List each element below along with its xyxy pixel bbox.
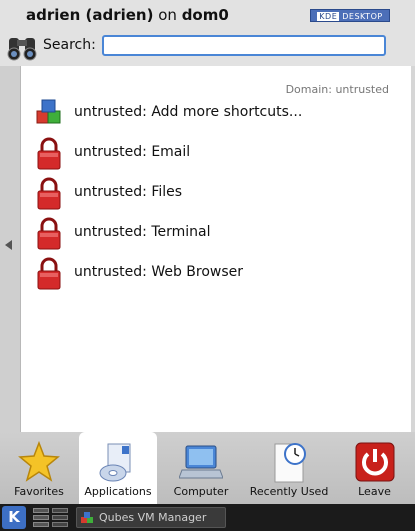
list-item-label: untrusted: Email: [74, 144, 191, 160]
search-input[interactable]: [102, 35, 386, 56]
laptop-icon: [179, 445, 223, 479]
user-name: adrien (adrien): [26, 6, 154, 24]
tab-leave[interactable]: Leave: [334, 432, 415, 504]
task-label: Qubes VM Manager: [99, 511, 207, 524]
list-item-add-shortcuts[interactable]: untrusted: Add more shortcuts...: [31, 95, 391, 131]
kde-logo-k: KDE: [317, 12, 340, 21]
back-arrow-icon[interactable]: [5, 240, 12, 250]
power-icon: [355, 442, 394, 482]
tab-computer[interactable]: Computer: [158, 432, 244, 504]
tab-applications[interactable]: Applications: [79, 432, 157, 504]
tab-label: Favorites: [14, 485, 64, 498]
red-lock-icon: [37, 137, 61, 170]
user-line: adrien (adrien) on dom0: [26, 6, 229, 24]
tab-favorites[interactable]: Favorites: [0, 432, 78, 504]
tab-label: Computer: [173, 485, 229, 498]
kde-menu-button[interactable]: K: [2, 506, 26, 529]
list-item-label: untrusted: Files: [74, 184, 183, 200]
kde-desktop-logo: KDE DESKTOP: [310, 9, 390, 22]
kde-logo-text: DESKTOP: [342, 12, 383, 21]
tab-recently-used[interactable]: Recently Used: [245, 432, 333, 504]
on-text: on: [158, 6, 177, 24]
red-lock-icon: [37, 257, 61, 290]
red-lock-icon: [37, 177, 61, 210]
star-icon: [18, 440, 60, 482]
applications-icon: [99, 443, 131, 482]
search-label: Search:: [43, 37, 96, 53]
pager-secondary-icon[interactable]: [52, 508, 68, 527]
applications-content: Domain: untrusted untrusted: Add more sh…: [0, 66, 412, 432]
list-item-label: untrusted: Web Browser: [74, 264, 244, 280]
list-item-email[interactable]: untrusted: Email: [31, 135, 391, 171]
back-strip[interactable]: [0, 66, 20, 432]
add-shortcuts-icon: [36, 99, 61, 124]
pager-icon[interactable]: [33, 508, 49, 527]
launcher-tabbar: Favorites Applications Computer Recently…: [0, 432, 415, 504]
tab-label: Applications: [84, 485, 152, 498]
list-item-files[interactable]: untrusted: Files: [31, 175, 391, 211]
list-item-terminal[interactable]: untrusted: Terminal: [31, 215, 391, 251]
host-name: dom0: [181, 6, 229, 24]
taskbar: K Qubes VM Manager: [0, 504, 415, 531]
clock-document-icon: [274, 443, 306, 483]
launcher-header: adrien (adrien) on dom0 KDE DESKTOP Searc…: [0, 0, 415, 66]
qubes-icon: [81, 512, 93, 523]
list-item-label: untrusted: Terminal: [74, 224, 211, 240]
tab-label: Recently Used: [249, 485, 329, 498]
red-lock-icon: [37, 217, 61, 250]
list-item-web-browser[interactable]: untrusted: Web Browser: [31, 255, 391, 291]
list-item-label: untrusted: Add more shortcuts...: [74, 104, 303, 120]
tab-label: Leave: [358, 485, 391, 498]
binoculars-icon: [7, 38, 37, 61]
task-qubes-vm-manager[interactable]: Qubes VM Manager: [76, 507, 226, 528]
application-list: Domain: untrusted untrusted: Add more sh…: [20, 66, 411, 432]
